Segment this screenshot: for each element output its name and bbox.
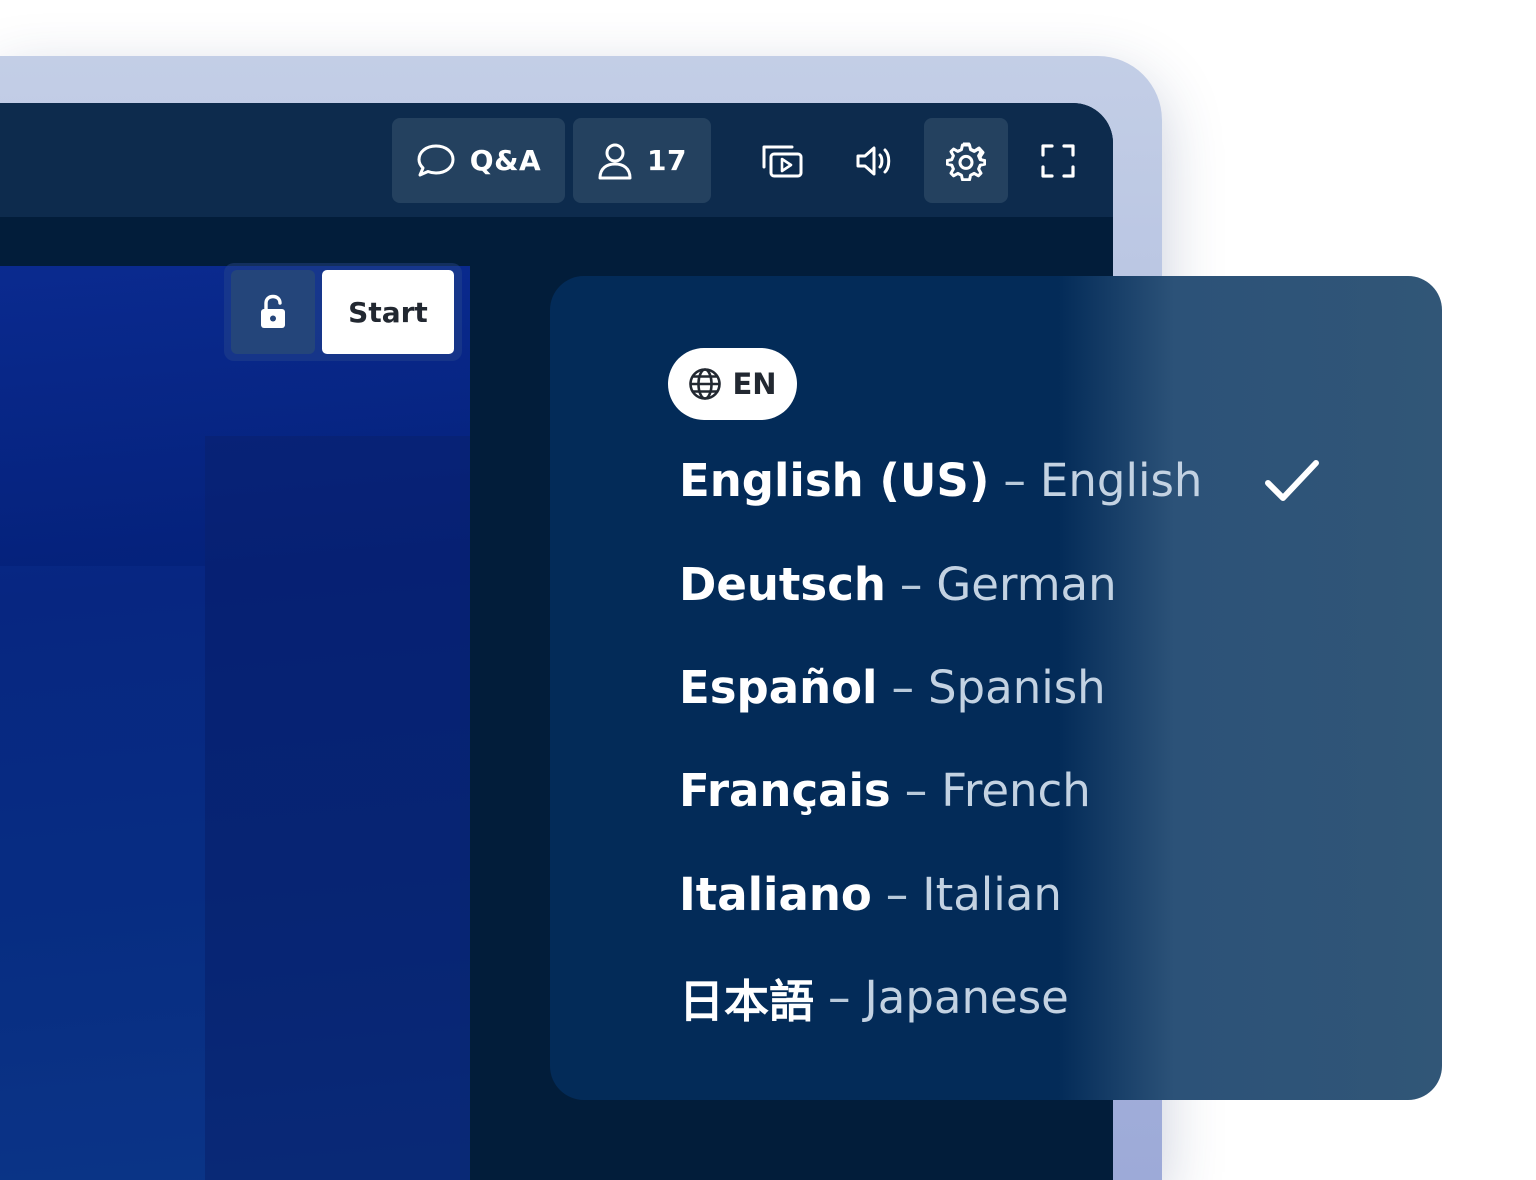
language-list: English (US) – English Deutsch – German … xyxy=(679,429,1399,1049)
lock-button[interactable] xyxy=(231,270,315,354)
language-separator: – xyxy=(891,660,914,714)
screen-share-button[interactable] xyxy=(740,118,824,203)
top-toolbar: Q&A 17 xyxy=(0,103,1113,217)
language-native-name: Français xyxy=(679,764,891,818)
slide-decoration xyxy=(205,436,470,1180)
language-option-german[interactable]: Deutsch – German xyxy=(679,532,1399,635)
language-separator: – xyxy=(828,971,851,1025)
language-option-spanish[interactable]: Español – Spanish xyxy=(679,636,1399,739)
fullscreen-icon xyxy=(1041,143,1075,178)
language-native-name: 日本語 xyxy=(679,975,815,1029)
language-separator: – xyxy=(899,557,923,611)
fullscreen-button[interactable] xyxy=(1016,118,1100,203)
screen-share-icon xyxy=(762,145,803,177)
language-english-name: Spanish xyxy=(927,660,1106,714)
language-option-french[interactable]: Français – French xyxy=(679,739,1399,842)
slide-decoration xyxy=(0,566,205,1180)
language-english-name: German xyxy=(936,557,1117,611)
language-native-name: English (US) xyxy=(679,454,990,508)
language-option-english[interactable]: English (US) – English xyxy=(679,429,1399,532)
globe-icon xyxy=(689,368,722,400)
language-native-name: Italiano xyxy=(679,867,872,921)
speaker-icon xyxy=(856,146,891,175)
qa-label: Q&A xyxy=(469,144,542,177)
language-option-italian[interactable]: Italiano – Italian xyxy=(679,843,1399,946)
language-separator: – xyxy=(885,867,909,921)
qa-button[interactable]: Q&A xyxy=(392,118,565,203)
settings-button[interactable] xyxy=(924,118,1008,203)
audio-button[interactable] xyxy=(832,118,916,203)
gear-icon xyxy=(946,142,986,181)
start-button[interactable]: Start xyxy=(322,270,454,354)
language-separator: – xyxy=(1003,454,1026,508)
unlock-icon xyxy=(261,294,285,328)
check-icon xyxy=(1265,460,1319,501)
language-native-name: Deutsch xyxy=(679,557,886,611)
language-english-name: Japanese xyxy=(864,971,1069,1025)
participants-button[interactable]: 17 xyxy=(573,118,711,203)
slide-controls: Start xyxy=(224,263,462,361)
language-code: EN xyxy=(732,367,777,401)
language-native-name: Español xyxy=(679,660,878,714)
user-icon xyxy=(598,143,632,179)
language-option-japanese[interactable]: 日本語 – Japanese xyxy=(679,946,1399,1049)
language-separator: – xyxy=(904,764,928,818)
language-selector[interactable]: EN xyxy=(668,348,797,420)
language-english-name: English xyxy=(1039,454,1203,508)
language-menu: EN English (US) – English Deutsch – Germ… xyxy=(550,276,1442,1100)
participants-count: 17 xyxy=(647,144,687,177)
language-english-name: French xyxy=(941,764,1091,818)
slide-preview xyxy=(0,266,470,1180)
chat-bubble-icon xyxy=(417,144,455,176)
language-english-name: Italian xyxy=(922,867,1062,921)
